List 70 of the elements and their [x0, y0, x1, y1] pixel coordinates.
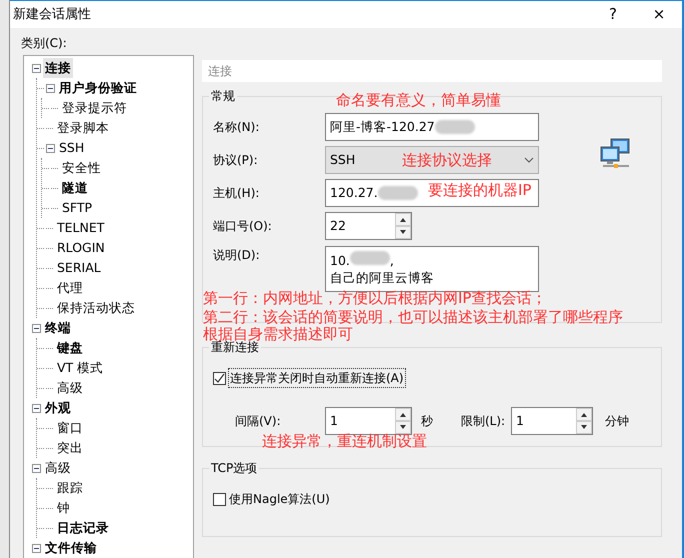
tree-item[interactable]: 钟 — [55, 498, 72, 518]
tree-item[interactable]: 用户身份验证 — [57, 78, 139, 98]
tree-item[interactable]: 外观 — [43, 398, 73, 418]
tree-item[interactable]: 键盘 — [55, 338, 85, 358]
limit-field[interactable]: 1 — [511, 407, 593, 435]
spin-buttons[interactable] — [395, 408, 411, 434]
checkbox-label[interactable]: 连接异常关闭时自动重新连接(A) — [229, 369, 405, 387]
tree-item[interactable]: TELNET — [55, 218, 106, 238]
annotation-text: 连接异常，重连机制设置 — [262, 432, 427, 450]
spin-buttons[interactable] — [395, 213, 411, 239]
field-label: 端口号(O): — [213, 218, 273, 235]
field-label: 间隔(V): — [235, 413, 282, 430]
tree-item[interactable]: 日志记录 — [55, 518, 111, 538]
tree-item[interactable]: VT 模式 — [55, 358, 106, 378]
tree-item[interactable]: SSH — [57, 138, 86, 158]
tree-item[interactable]: 跟踪 — [55, 478, 85, 498]
caret-icon — [524, 157, 534, 163]
annotation-text: 要连接的机器IP — [428, 181, 532, 199]
tree-item[interactable]: 登录脚本 — [55, 118, 111, 138]
tree-item[interactable]: 隧道 — [60, 178, 90, 198]
field-label: 主机(H): — [213, 185, 260, 202]
description-field[interactable]: 10. , 自己的阿里云博客 — [325, 246, 539, 292]
group-legend: 常规 — [209, 88, 237, 104]
collapse-icon[interactable] — [46, 84, 55, 92]
checkbox[interactable] — [213, 492, 226, 506]
field-label: 协议(P): — [213, 152, 259, 169]
redaction-blur — [434, 120, 475, 134]
spin-buttons[interactable] — [576, 408, 592, 434]
field-label: 名称(N): — [213, 119, 260, 136]
annotation-text: 连接协议选择 — [402, 151, 492, 169]
help-button[interactable]: ? — [590, 1, 636, 28]
tree-item[interactable]: 连接 — [43, 58, 73, 78]
tree-item[interactable]: SERIAL — [55, 258, 103, 278]
collapse-icon[interactable] — [32, 324, 41, 332]
annotation-text: 第二行：该会话的简要说明，也可以描述该主机部署了哪些程序 — [203, 308, 623, 326]
unit-label: 秒 — [421, 413, 433, 430]
annotation-text: 命名要有意义，简单易懂 — [336, 91, 501, 109]
checkbox-label[interactable]: 使用Nagle算法(U) — [229, 490, 330, 508]
name-field[interactable]: 阿里-博客-120.27 — [325, 113, 539, 141]
interval-field[interactable]: 1 — [325, 407, 412, 435]
tree-item[interactable]: 高级 — [43, 458, 73, 478]
unit-label: 分钟 — [605, 413, 629, 430]
window-title: 新建会话属性 — [13, 6, 92, 24]
redaction-blur — [350, 251, 390, 265]
close-button[interactable]: × — [636, 1, 682, 28]
checkbox[interactable] — [213, 372, 226, 384]
tree-item[interactable]: SFTP — [60, 198, 94, 218]
field-label: 限制(L): — [461, 413, 506, 430]
tree-item[interactable]: 终端 — [43, 318, 73, 338]
field-label: 说明(D): — [213, 247, 261, 264]
tree-item[interactable]: 登录提示符 — [60, 98, 129, 118]
tree-item[interactable]: RLOGIN — [55, 238, 107, 258]
category-label: 类别(C): — [21, 36, 67, 50]
collapse-icon[interactable] — [32, 404, 41, 412]
tree-item[interactable]: 代理 — [55, 278, 85, 298]
tree-item[interactable]: 保持活动状态 — [55, 298, 137, 318]
annotation-text: 第一行：内网地址，方便以后根据内网IP查找会话； — [203, 289, 546, 307]
collapse-icon[interactable] — [32, 544, 41, 552]
tree-item[interactable]: 突出 — [55, 438, 85, 458]
tree-item[interactable]: 安全性 — [60, 158, 103, 178]
tree-item[interactable]: 文件传输 — [43, 538, 99, 558]
redaction-blur — [378, 186, 418, 200]
section-header: 连接 — [202, 60, 662, 82]
port-field[interactable]: 22 — [325, 212, 412, 240]
tree-item[interactable]: 窗口 — [55, 418, 85, 438]
collapse-icon[interactable] — [32, 464, 41, 472]
group-legend: TCP选项 — [209, 460, 260, 476]
tree-item[interactable]: 高级 — [55, 378, 85, 398]
collapse-icon[interactable] — [46, 144, 55, 152]
collapse-icon[interactable] — [32, 64, 41, 72]
